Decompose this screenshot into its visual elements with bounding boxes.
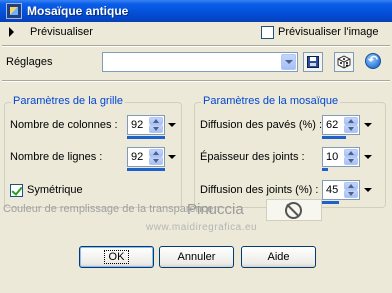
fill-color-swatch[interactable] (266, 199, 322, 221)
dice-icon (337, 55, 351, 69)
window-title: Mosaïque antique (27, 4, 129, 18)
joint-diffusion-value: 45 (326, 184, 339, 196)
tile-diffusion-spinbox[interactable]: 62 (322, 115, 360, 135)
dialog-window: Mosaïque antique Prévisualiser Prévisual… (0, 0, 392, 293)
rows-dropdown-icon[interactable] (168, 155, 176, 159)
separator (2, 45, 390, 47)
columns-dropdown-icon[interactable] (168, 123, 176, 127)
rows-spin-buttons (149, 149, 163, 165)
rows-label: Nombre de lignes : (10, 151, 103, 163)
joint-diffusion-slider-bar[interactable] (322, 201, 339, 204)
reset-arrow-icon (365, 53, 381, 69)
columns-spin-buttons (149, 117, 163, 133)
cancel-button[interactable]: Annuler (159, 246, 234, 268)
spin-down-icon[interactable] (344, 190, 358, 198)
columns-slider-bar[interactable] (127, 136, 165, 139)
joint-thickness-label: Épaisseur des joints : (200, 151, 305, 163)
grid-group-title: Paramètres de la grille (11, 95, 126, 107)
preview-toggle-row: Prévisualiser Prévisualiser l'image (0, 22, 392, 44)
expand-arrow-icon[interactable] (9, 27, 14, 37)
separator (2, 80, 390, 82)
spin-down-icon[interactable] (344, 157, 358, 165)
cancel-button-label: Annuler (177, 251, 216, 263)
show-image-checkbox[interactable] (261, 26, 274, 39)
joint-diffusion-dropdown-icon[interactable] (364, 188, 372, 192)
spin-down-icon[interactable] (149, 157, 163, 165)
joint-diffusion-spin-buttons (344, 182, 358, 198)
tile-diffusion-slider-bar[interactable] (322, 136, 346, 139)
no-color-icon (285, 202, 302, 219)
title-bar[interactable]: Mosaïque antique (0, 0, 392, 22)
rows-slider-bar[interactable] (127, 168, 165, 171)
combo-dropdown-icon[interactable] (281, 54, 296, 70)
spin-up-icon[interactable] (149, 117, 163, 125)
joint-thickness-dropdown-icon[interactable] (364, 155, 372, 159)
columns-value: 92 (131, 119, 144, 131)
preview-label[interactable]: Prévisualiser (30, 26, 93, 38)
symmetric-checkbox[interactable] (10, 184, 23, 197)
floppy-disk-icon (307, 56, 319, 68)
ok-button-label: OK (103, 250, 130, 264)
save-preset-button[interactable] (303, 52, 323, 72)
joint-thickness-slider-bar[interactable] (322, 168, 328, 171)
tile-diffusion-value: 62 (326, 119, 339, 131)
help-button[interactable]: Aide (241, 246, 316, 268)
watermark-url: www.maidiregrafica.eu (146, 222, 258, 233)
settings-label: Réglages (6, 56, 53, 68)
tile-diffusion-dropdown-icon[interactable] (364, 123, 372, 127)
spin-up-icon[interactable] (149, 149, 163, 157)
rows-spinbox[interactable]: 92 (127, 147, 165, 167)
symmetric-label[interactable]: Symétrique (27, 184, 83, 196)
columns-label: Nombre de colonnes : (10, 119, 118, 131)
reset-button[interactable] (364, 52, 384, 72)
columns-spinbox[interactable]: 92 (127, 115, 165, 135)
spin-down-icon[interactable] (149, 125, 163, 133)
joint-diffusion-spinbox[interactable]: 45 (322, 180, 360, 200)
spin-up-icon[interactable] (344, 182, 358, 190)
ok-button[interactable]: OK (79, 246, 154, 268)
settings-combobox[interactable] (102, 52, 298, 72)
tile-diffusion-label: Diffusion des pavés (%) : (200, 119, 323, 131)
watermark-name: Pinuccia (187, 201, 244, 218)
joint-thickness-spin-buttons (344, 149, 358, 165)
joint-diffusion-label: Diffusion des joints (%) : (200, 184, 319, 196)
spin-up-icon[interactable] (344, 149, 358, 157)
randomize-button[interactable] (334, 52, 354, 72)
spin-up-icon[interactable] (344, 117, 358, 125)
help-button-label: Aide (267, 251, 290, 263)
mosaic-group-title: Paramètres de la mosaïque (201, 95, 341, 107)
joint-thickness-spinbox[interactable]: 10 (322, 147, 360, 167)
tile-diffusion-spin-buttons (344, 117, 358, 133)
rows-value: 92 (131, 151, 144, 163)
spin-down-icon[interactable] (344, 125, 358, 133)
app-icon (6, 3, 22, 19)
joint-thickness-value: 10 (326, 151, 339, 163)
show-image-label[interactable]: Prévisualiser l'image (278, 26, 379, 38)
